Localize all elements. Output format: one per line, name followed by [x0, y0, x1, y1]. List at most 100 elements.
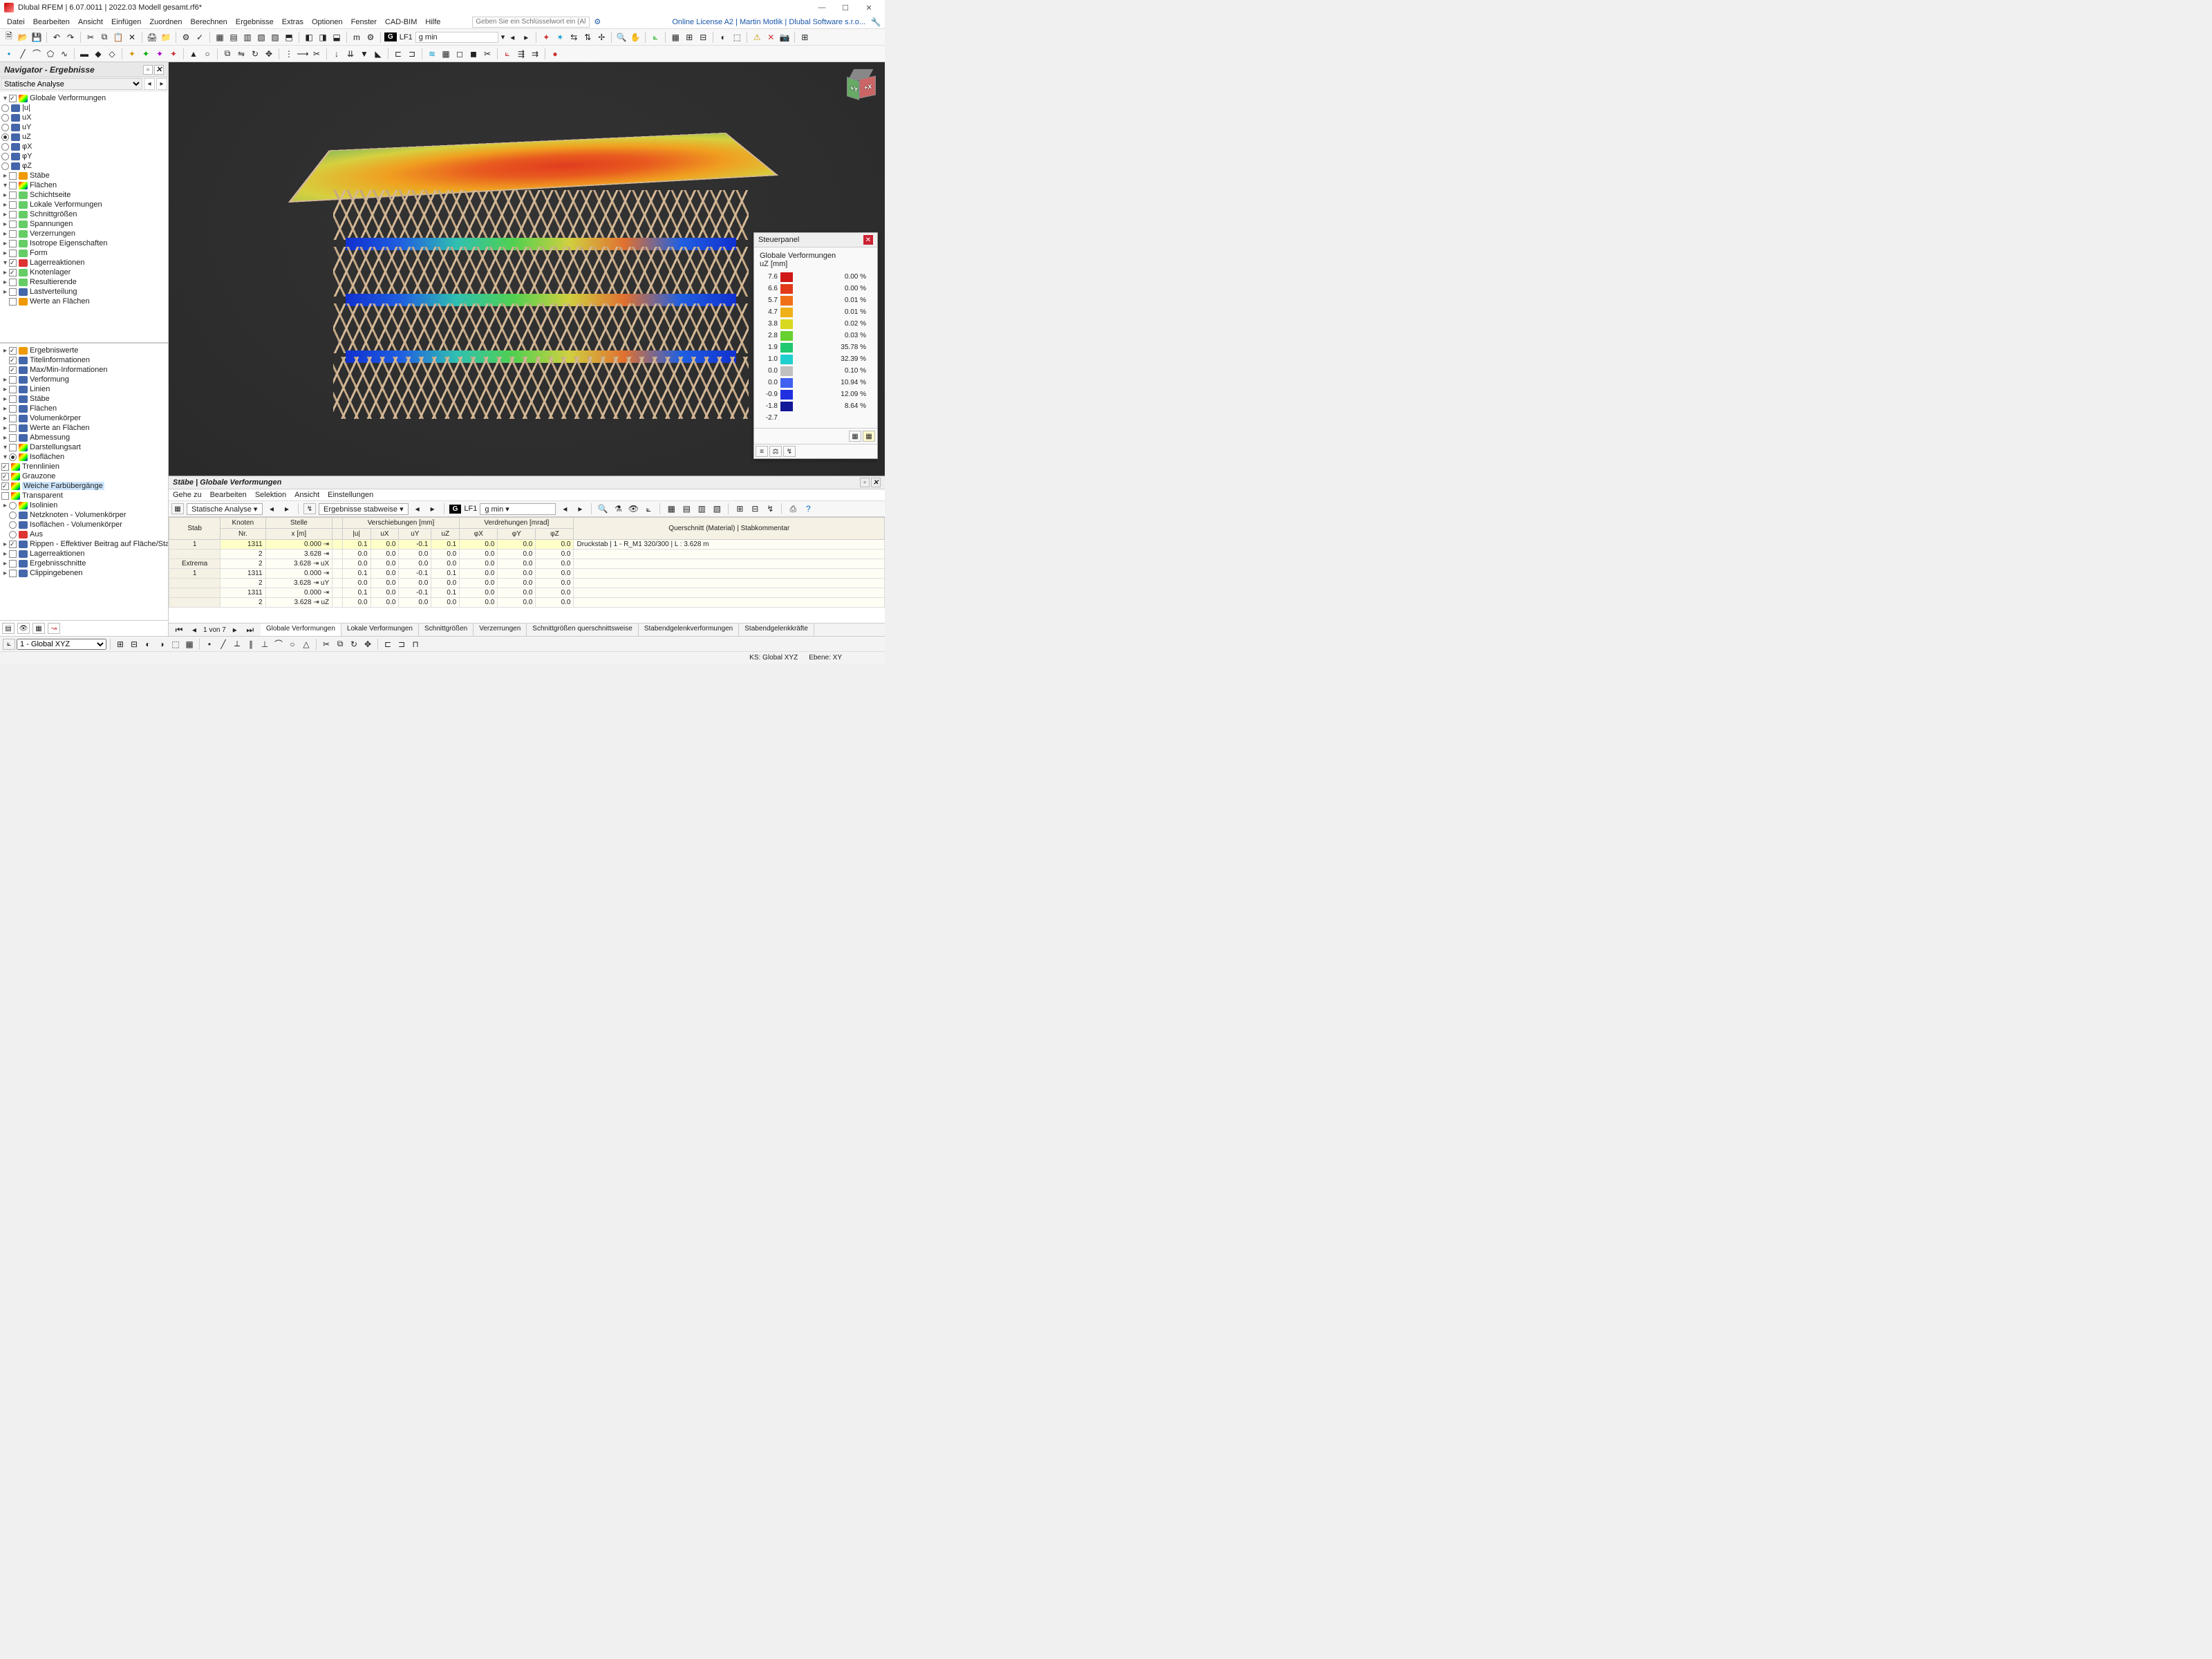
- menu-bearbeiten[interactable]: Bearbeiten: [29, 17, 74, 28]
- menu-cadbim[interactable]: CAD-BIM: [381, 17, 421, 28]
- res-mode-icon[interactable]: ↯: [303, 503, 316, 514]
- poly-icon[interactable]: ⬠: [44, 48, 57, 60]
- check-icon[interactable]: ✓: [194, 31, 206, 44]
- nav2-icon[interactable]: ◨: [317, 31, 329, 44]
- tab-schnittgroessen[interactable]: Schnittgrößen: [419, 624, 474, 636]
- res-menu-edit[interactable]: Bearbeiten: [210, 491, 247, 499]
- menu-hilfe[interactable]: Hilfe: [421, 17, 444, 28]
- paste-icon[interactable]: 📋: [112, 31, 124, 44]
- grid2-icon[interactable]: ⊞: [683, 31, 695, 44]
- res-lc-combo[interactable]: g min ▾: [480, 503, 556, 515]
- res-prev-icon[interactable]: ◂: [188, 624, 200, 636]
- ext-icon[interactable]: ⟶: [297, 48, 309, 60]
- show2-icon[interactable]: ✶: [554, 31, 566, 44]
- units-icon[interactable]: m: [350, 31, 363, 44]
- open-icon2[interactable]: ◇: [106, 48, 118, 60]
- res-mode-combo[interactable]: Ergebnisse stabweise ▾: [319, 503, 409, 515]
- cut-icon[interactable]: ✂: [84, 31, 97, 44]
- wire-icon[interactable]: ⬚: [731, 31, 743, 44]
- sec2-icon[interactable]: ⊐: [406, 48, 418, 60]
- res-menu-goto[interactable]: Gehe zu: [173, 491, 202, 499]
- support-icon[interactable]: ▲: [187, 48, 200, 60]
- warn-icon[interactable]: ⚠: [751, 31, 763, 44]
- axes2-icon[interactable]: ⟀: [649, 31, 662, 44]
- load1-icon[interactable]: ↓: [330, 48, 343, 60]
- res-eye-icon[interactable]: 👁: [627, 503, 639, 515]
- selected-tree-item[interactable]: Weiche Farbübergänge: [22, 482, 104, 490]
- pt-icon[interactable]: ●: [549, 48, 561, 60]
- menu-ergebnisse[interactable]: Ergebnisse: [232, 17, 278, 28]
- results-tree-bottom[interactable]: ▸Ergebniswerte Titelinformationen Max/Mi…: [0, 344, 168, 620]
- member2-icon[interactable]: ▬: [78, 48, 91, 60]
- 3d-viewport[interactable]: +Y +X Steuerpanel✕ Globale Verformungen …: [169, 62, 885, 476]
- hand-icon[interactable]: ✋: [629, 31, 641, 44]
- analysis-type-select[interactable]: Statische Analyse: [1, 78, 142, 90]
- load4-icon[interactable]: ◣: [372, 48, 384, 60]
- t3-icon[interactable]: ✦: [153, 48, 166, 60]
- save-icon[interactable]: 💾: [30, 31, 43, 44]
- results-close-icon[interactable]: ✕: [871, 478, 881, 487]
- redo-icon[interactable]: ↷: [64, 31, 77, 44]
- rotate-icon[interactable]: ↻: [249, 48, 261, 60]
- load2-icon[interactable]: ⇊: [344, 48, 357, 60]
- res-last-icon[interactable]: ⏭: [244, 624, 256, 636]
- tab-schnittq[interactable]: Schnittgrößen querschnittsweise: [527, 624, 639, 636]
- sec-icon[interactable]: ⊏: [392, 48, 404, 60]
- menu-einfuegen[interactable]: Einfügen: [107, 17, 145, 28]
- res-menu-settings[interactable]: Einstellungen: [328, 491, 373, 499]
- nav-tab3-icon[interactable]: ▦: [32, 623, 45, 634]
- line-icon[interactable]: ╱: [17, 48, 29, 60]
- ax2-icon[interactable]: ⇶: [515, 48, 527, 60]
- results-table[interactable]: Stab Knoten Stelle Verschiebungen [mm] V…: [169, 517, 885, 623]
- panel-btn2-icon[interactable]: ▦: [863, 431, 875, 442]
- load3-icon[interactable]: ▼: [358, 48, 371, 60]
- clip-icon[interactable]: ✂: [481, 48, 494, 60]
- next-lc-icon[interactable]: ▸: [520, 31, 532, 44]
- grid1-icon[interactable]: ▦: [669, 31, 682, 44]
- prev-icon[interactable]: ◂: [144, 78, 155, 90]
- view-cube[interactable]: +Y +X: [845, 69, 877, 101]
- t4-icon[interactable]: ✦: [167, 48, 180, 60]
- pin-icon[interactable]: ▫: [143, 65, 153, 75]
- node-icon[interactable]: •: [3, 48, 15, 60]
- ax3-icon[interactable]: ⇉: [529, 48, 541, 60]
- cs-icon[interactable]: ⟀: [3, 639, 15, 650]
- res-axes-icon[interactable]: ⟀: [642, 503, 655, 515]
- print-icon[interactable]: 🖨: [146, 31, 158, 44]
- mirror-icon[interactable]: ⇋: [235, 48, 247, 60]
- menu-zuordnen[interactable]: Zuordnen: [145, 17, 186, 28]
- panel-tab-colors-icon[interactable]: ≡: [756, 446, 768, 457]
- nav-tab1-icon[interactable]: ▤: [2, 623, 15, 634]
- maximize-button[interactable]: ☐: [834, 0, 857, 15]
- results-pin-icon[interactable]: ▫: [860, 478, 870, 487]
- dim-icon[interactable]: ⇆: [568, 31, 580, 44]
- panel-tab-scale-icon[interactable]: ⚖: [769, 446, 782, 457]
- hinge-icon[interactable]: ○: [201, 48, 214, 60]
- res-zoom-icon[interactable]: 🔍: [597, 503, 609, 515]
- help-icon[interactable]: 🔧: [870, 16, 882, 28]
- menu-berechnen[interactable]: Berechnen: [187, 17, 232, 28]
- res-tool-icon[interactable]: ▦: [171, 503, 184, 514]
- show1-icon[interactable]: ✦: [540, 31, 552, 44]
- next-icon[interactable]: ▸: [156, 78, 167, 90]
- mesh-icon[interactable]: ▦: [440, 48, 452, 60]
- copy-icon[interactable]: ⧉: [98, 31, 111, 44]
- nav-tab4-icon[interactable]: ↝: [48, 623, 60, 634]
- panel-btn1-icon[interactable]: ▦: [849, 431, 861, 442]
- results-tree-top[interactable]: ▾Globale Verformungen |u| uX uY uZ φX φY…: [0, 91, 168, 344]
- settings-icon[interactable]: ⚙: [364, 31, 377, 44]
- undo-icon[interactable]: ↶: [50, 31, 63, 44]
- res-help-icon[interactable]: ?: [802, 503, 814, 515]
- layout-icon[interactable]: ⊞: [798, 31, 811, 44]
- tab-stabendv[interactable]: Stabendgelenkverformungen: [639, 624, 739, 636]
- keyword-search[interactable]: [472, 17, 590, 28]
- div-icon[interactable]: ⋮: [283, 48, 295, 60]
- t2-icon[interactable]: ✦: [140, 48, 152, 60]
- nav1-icon[interactable]: ◧: [303, 31, 315, 44]
- grid3-icon[interactable]: ⊟: [697, 31, 709, 44]
- close-panel-icon[interactable]: ✕: [863, 235, 873, 245]
- err-icon[interactable]: ✕: [765, 31, 777, 44]
- close-nav-icon[interactable]: ✕: [154, 65, 164, 75]
- cube-icon[interactable]: ◻: [453, 48, 466, 60]
- res-menu-sel[interactable]: Selektion: [255, 491, 286, 499]
